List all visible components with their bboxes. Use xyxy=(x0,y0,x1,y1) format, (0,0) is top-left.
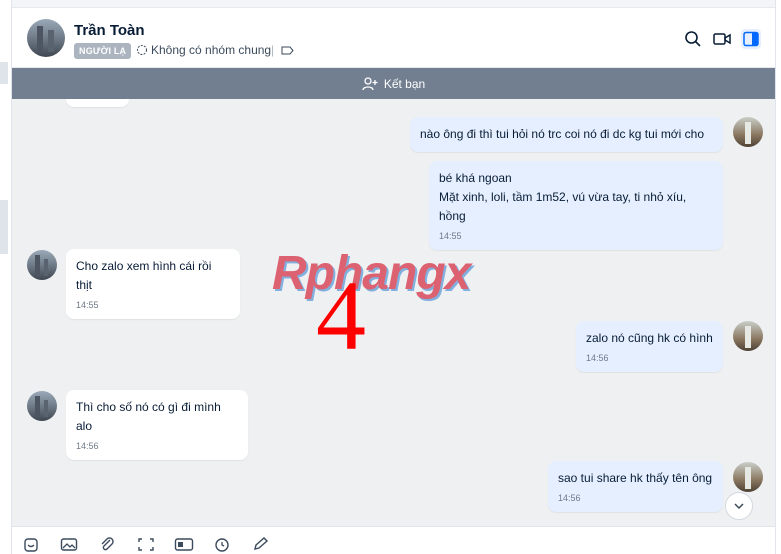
message-bubble-outgoing[interactable]: zalo nó cũng hk có hình 14:56 xyxy=(576,321,723,372)
right-panel-edge xyxy=(775,0,781,554)
add-friend-bar[interactable]: Kết bạn xyxy=(12,68,775,99)
message-text: Thì cho số nó có gì đi mình alo xyxy=(76,400,221,433)
left-panel-edge xyxy=(0,0,12,554)
common-groups[interactable]: Không có nhóm chung xyxy=(136,43,271,57)
sidebar-toggle-icon[interactable] xyxy=(741,29,761,49)
message-bubble-outgoing[interactable]: nào ông đi thì tui hỏi nó trc coi nó đi … xyxy=(410,117,723,152)
contact-avatar-small[interactable] xyxy=(27,391,57,421)
message-time: 14:56 xyxy=(76,441,99,451)
group-icon xyxy=(137,45,147,55)
drawing-icon[interactable] xyxy=(252,536,270,552)
message-time: 14:56 xyxy=(586,353,609,363)
message-time: 14:55 xyxy=(76,300,99,310)
contact-name[interactable]: Trần Toàn xyxy=(74,22,145,39)
message-text: bé khá ngoan xyxy=(439,171,512,185)
message-bubble-incoming[interactable]: Thì cho số nó có gì đi mình alo 14:56 xyxy=(66,390,248,460)
message-text: nào ông đi thì tui hỏi nó trc coi nó đi … xyxy=(420,127,705,141)
contact-avatar[interactable] xyxy=(27,19,65,57)
search-icon[interactable] xyxy=(683,29,703,49)
message-text: Cho zalo xem hình cái rồi thịt xyxy=(76,259,212,292)
my-avatar[interactable] xyxy=(733,321,763,351)
attach-icon[interactable] xyxy=(99,536,115,552)
message-text: Mặt xinh, loli, tầm 1m52, vú vừa tay, ti… xyxy=(439,190,687,223)
message-list[interactable]: nào ông đi thì tui hỏi nó trc coi nó đi … xyxy=(12,99,775,526)
message-time: 14:56 xyxy=(558,493,581,503)
message-time: 14:55 xyxy=(439,231,462,241)
message-bubble-outgoing[interactable]: sao tui share hk thấy tên ông 14:56 xyxy=(548,461,723,512)
composer-toolbar xyxy=(12,526,775,554)
chat-header: Trần Toàn NGƯỜI LẠ Không có nhóm chung | xyxy=(12,8,775,68)
screenshot-icon[interactable] xyxy=(137,536,155,552)
chevron-down-icon xyxy=(734,503,744,510)
message-bubble-partial[interactable] xyxy=(66,99,129,107)
tag-icon[interactable] xyxy=(281,46,294,55)
message-bubble-outgoing[interactable]: bé khá ngoan Mặt xinh, loli, tầm 1m52, v… xyxy=(429,161,723,250)
reminder-icon[interactable] xyxy=(214,536,230,552)
message-bubble-incoming[interactable]: Cho zalo xem hình cái rồi thịt 14:55 xyxy=(66,249,240,319)
video-call-icon[interactable] xyxy=(712,29,732,49)
header-divider: | xyxy=(271,43,275,57)
sticker-icon[interactable] xyxy=(23,536,39,552)
overlay-number: 4 xyxy=(316,260,366,371)
window-top-strip xyxy=(12,0,775,8)
scroll-to-bottom-button[interactable] xyxy=(725,492,753,520)
my-avatar[interactable] xyxy=(733,117,763,147)
message-text: sao tui share hk thấy tên ông xyxy=(558,471,713,485)
business-card-icon[interactable] xyxy=(174,536,194,552)
stranger-badge: NGƯỜI LẠ xyxy=(74,43,132,59)
common-groups-label: Không có nhóm chung xyxy=(151,43,272,57)
my-avatar[interactable] xyxy=(733,462,763,492)
image-icon[interactable] xyxy=(60,536,78,552)
add-friend-label: Kết bạn xyxy=(383,76,426,91)
add-friend-icon xyxy=(362,76,378,90)
watermark-logo: Rphangx xyxy=(272,247,471,300)
message-text: zalo nó cũng hk có hình xyxy=(586,331,713,345)
contact-avatar-small[interactable] xyxy=(27,250,57,280)
